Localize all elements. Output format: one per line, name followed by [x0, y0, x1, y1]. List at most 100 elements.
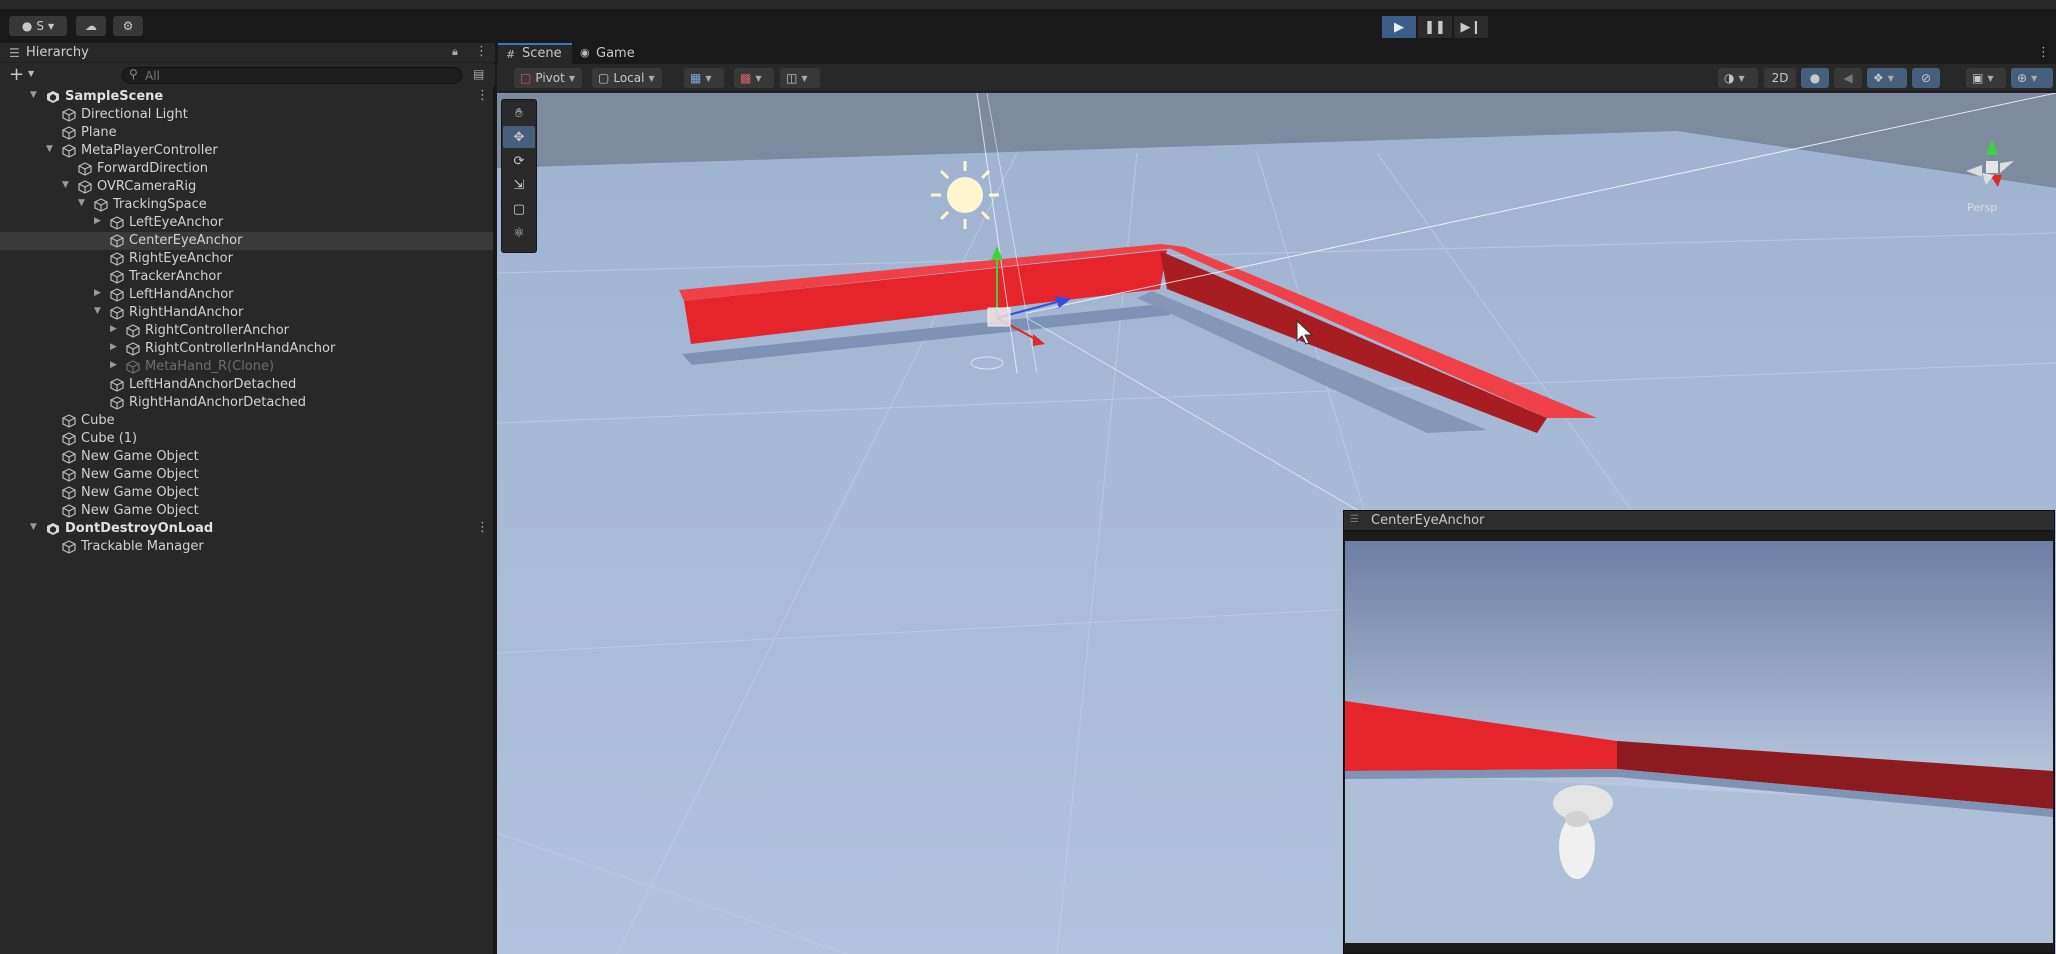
settings-button[interactable]: ⚙ [113, 16, 143, 36]
scene-row[interactable]: ▼ SampleScene ⋮ [0, 88, 493, 106]
gamepad-icon: ◉ [580, 46, 590, 59]
expand-arrow-icon[interactable]: ▼ [30, 522, 40, 532]
lighting-toggle[interactable]: ● [1801, 68, 1829, 88]
rect-tool-icon[interactable]: ▢ [503, 198, 535, 220]
rotate-tool-icon[interactable]: ⟳ [503, 150, 535, 172]
scene-filter-icon[interactable]: ▤ [473, 67, 484, 81]
hierarchy-item[interactable]: ▼ OVRCameraRig [0, 178, 493, 196]
account-button[interactable]: ● S ▼ [9, 16, 67, 36]
hierarchy-item[interactable]: ▼ RightHandAnchor [0, 304, 493, 322]
hierarchy-item[interactable]: ForwardDirection [0, 160, 493, 178]
hierarchy-title: Hierarchy [26, 45, 89, 60]
pause-button[interactable]: ❚❚ [1418, 16, 1452, 38]
hierarchy-item[interactable]: TrackerAnchor [0, 268, 493, 286]
camera-dropdown[interactable]: ▣ ▼ [1966, 68, 2006, 88]
gameobject-icon [94, 198, 108, 212]
expand-arrow-icon[interactable]: ▼ [62, 180, 72, 190]
hand-tool-icon[interactable]: ✋︎ [503, 102, 535, 124]
hierarchy-item[interactable]: Cube [0, 412, 493, 430]
gameobject-icon [62, 432, 76, 446]
gameobject-icon [62, 504, 76, 518]
move-tool-icon[interactable]: ✥ [503, 126, 535, 148]
gameobject-icon [110, 306, 124, 320]
hierarchy-item[interactable]: Directional Light [0, 106, 493, 124]
more-options-icon[interactable]: ⋮ [476, 520, 489, 535]
step-button[interactable]: ▶❙ [1454, 16, 1488, 38]
camera-preview-header[interactable]: ☰ CenterEyeAnchor [1344, 511, 2054, 531]
shading-mode-dropdown[interactable]: ◑ ▼ [1718, 68, 1758, 88]
hierarchy-item[interactable]: RightEyeAnchor [0, 250, 493, 268]
tab-scene[interactable]: # Scene [498, 43, 572, 64]
expand-arrow-icon[interactable]: ▼ [78, 198, 88, 208]
hierarchy-item[interactable]: Plane [0, 124, 493, 142]
hierarchy-item[interactable]: New Game Object [0, 466, 493, 484]
search-input[interactable] [145, 69, 445, 83]
transform-tool-icon[interactable]: ⚛ [503, 222, 535, 244]
local-dropdown[interactable]: ▢ Local ▼ [592, 68, 662, 88]
expand-arrow-icon[interactable]: ▼ [30, 90, 40, 100]
2d-label: 2D [1771, 71, 1789, 85]
hierarchy-item[interactable]: ▶ LeftEyeAnchor [0, 214, 493, 232]
gizmos-dropdown[interactable]: ⊕ ▼ [2011, 68, 2053, 88]
effects-icon: ❖ [1873, 71, 1884, 85]
effects-dropdown[interactable]: ❖ ▼ [1867, 68, 1907, 88]
hierarchy-item[interactable]: New Game Object [0, 484, 493, 502]
gameobject-icon [62, 414, 76, 428]
hierarchy-item[interactable]: ▶ RightControllerInHandAnchor [0, 340, 493, 358]
2d-toggle[interactable]: 2D [1764, 68, 1796, 88]
collapse-arrow-icon[interactable]: ▶ [110, 360, 120, 370]
audio-toggle[interactable]: ◀ [1834, 68, 1862, 88]
scene-row[interactable]: ▼ DontDestroyOnLoad ⋮ [0, 520, 493, 538]
hierarchy-item[interactable]: Cube (1) [0, 430, 493, 448]
hierarchy-tab[interactable]: ☰ Hierarchy 🔒︎ ⋮ [0, 43, 495, 63]
more-options-icon[interactable]: ⋮ [476, 88, 489, 103]
hidden-objects-toggle[interactable]: ⊘ [1912, 68, 1940, 88]
gameobject-icon [62, 486, 76, 500]
grid-snap-dropdown[interactable]: ▦ ▼ [684, 68, 724, 88]
sphere-icon: ◑ [1724, 71, 1735, 85]
account-label: S [36, 19, 44, 33]
persp-label[interactable]: Persp [1967, 201, 1997, 214]
add-icon[interactable]: + [9, 64, 24, 85]
expand-arrow-icon[interactable]: ▼ [94, 306, 104, 316]
align-dropdown[interactable]: ◫ ▼ [780, 68, 820, 88]
gear-icon: ⚙ [122, 19, 134, 33]
more-options-icon[interactable]: ⋮ [2037, 45, 2050, 60]
cloud-button[interactable]: ☁ [76, 16, 106, 36]
camera-preview: ☰ CenterEyeAnchor [1343, 510, 2055, 954]
hierarchy-item[interactable]: ▶ LeftHandAnchor [0, 286, 493, 304]
hierarchy-item[interactable]: CenterEyeAnchor [0, 232, 493, 250]
hierarchy-item[interactable]: ▼ MetaPlayerController [0, 142, 493, 160]
drag-handle-icon[interactable]: ☰ [1350, 514, 1359, 525]
gameobject-icon [62, 108, 76, 122]
gameobject-icon [62, 450, 76, 464]
collapse-arrow-icon[interactable]: ▶ [94, 216, 104, 226]
hierarchy-item-label: RightEyeAnchor [129, 251, 233, 266]
align-icon: ◫ [786, 71, 798, 85]
scale-tool-icon[interactable]: ⇲ [503, 174, 535, 196]
hierarchy-item[interactable]: Trackable Manager [0, 538, 493, 556]
pivot-dropdown[interactable]: □ Pivot ▼ [514, 68, 582, 88]
collapse-arrow-icon[interactable]: ▶ [110, 342, 120, 352]
collapse-arrow-icon[interactable]: ▶ [94, 288, 104, 298]
tab-game[interactable]: ◉ Game [572, 43, 645, 64]
hierarchy-item-label: CenterEyeAnchor [129, 233, 243, 248]
chevron-down-icon[interactable]: ▼ [28, 69, 34, 78]
hierarchy-item[interactable]: RightHandAnchorDetached [0, 394, 493, 412]
more-options-icon[interactable]: ⋮ [475, 44, 488, 59]
snap-increment-dropdown[interactable]: ▩ ▼ [734, 68, 774, 88]
expand-arrow-icon[interactable]: ▼ [46, 144, 56, 154]
hierarchy-item[interactable]: New Game Object [0, 448, 493, 466]
play-button[interactable]: ▶ [1382, 16, 1416, 38]
hierarchy-item[interactable]: New Game Object [0, 502, 493, 520]
gameobject-icon [110, 234, 124, 248]
hierarchy-item[interactable]: LeftHandAnchorDetached [0, 376, 493, 394]
chevron-down-icon: ▼ [2031, 73, 2038, 83]
collapse-arrow-icon[interactable]: ▶ [110, 324, 120, 334]
hierarchy-item[interactable]: ▼ TrackingSpace [0, 196, 493, 214]
hierarchy-item-label: Cube [81, 413, 115, 428]
lock-icon[interactable]: 🔒︎ [452, 45, 458, 59]
hierarchy-item[interactable]: ▶ MetaHand_R(Clone) [0, 358, 493, 376]
hierarchy-item[interactable]: ▶ RightControllerAnchor [0, 322, 493, 340]
hierarchy-item-label: RightHandAnchorDetached [129, 395, 306, 410]
